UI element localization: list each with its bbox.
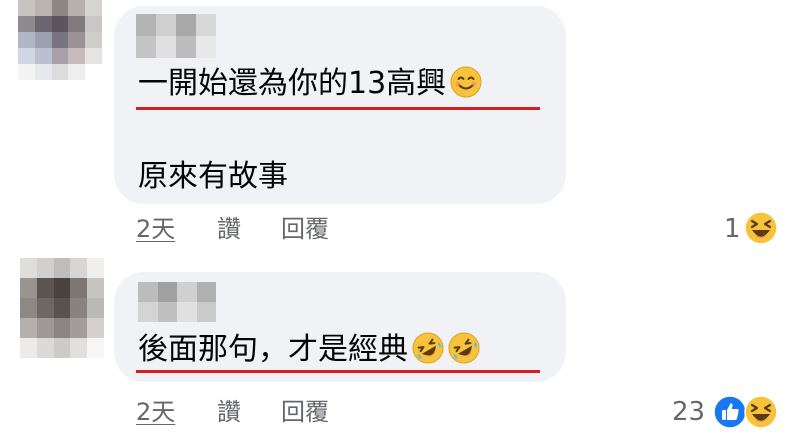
commenter-avatar-blurred[interactable]	[18, 0, 102, 80]
red-underline	[136, 107, 540, 110]
timestamp-link[interactable]: 2天	[136, 217, 175, 241]
reaction-count[interactable]: 23	[672, 399, 705, 425]
like-button[interactable]: 讚	[217, 400, 241, 424]
comment-text-line: 後面那句，才是經典	[138, 332, 480, 365]
timestamp-link[interactable]: 2天	[136, 400, 175, 424]
comment-bubble: 後面那句，才是經典	[114, 272, 566, 382]
like-button[interactable]: 讚	[217, 217, 241, 241]
commenter-name-blurred[interactable]	[138, 282, 216, 322]
rolling-on-floor-laughing-emoji	[448, 332, 480, 364]
reply-button[interactable]: 回覆	[281, 400, 329, 424]
reaction-count[interactable]: 1	[724, 216, 741, 242]
red-underline	[136, 370, 540, 373]
smiling-face-emoji	[450, 66, 482, 98]
commenter-name-blurred[interactable]	[136, 14, 216, 58]
comment-text: 原來有故事	[138, 159, 288, 194]
comment-bubble: 一開始還為你的13高興 原來有故事	[114, 6, 566, 204]
reply-button[interactable]: 回覆	[281, 217, 329, 241]
comment-text-line: 一開始還為你的13高興	[138, 66, 482, 99]
rolling-on-floor-laughing-emoji	[412, 332, 444, 364]
comment-text: 後面那句，才是經典	[138, 332, 408, 367]
laughing-face-icon[interactable]	[744, 395, 778, 429]
like-icon[interactable]	[713, 395, 747, 429]
comment-text: 一開始還為你的13高興	[138, 66, 447, 101]
commenter-avatar-blurred[interactable]	[20, 258, 104, 358]
laughing-face-icon[interactable]	[744, 211, 778, 245]
